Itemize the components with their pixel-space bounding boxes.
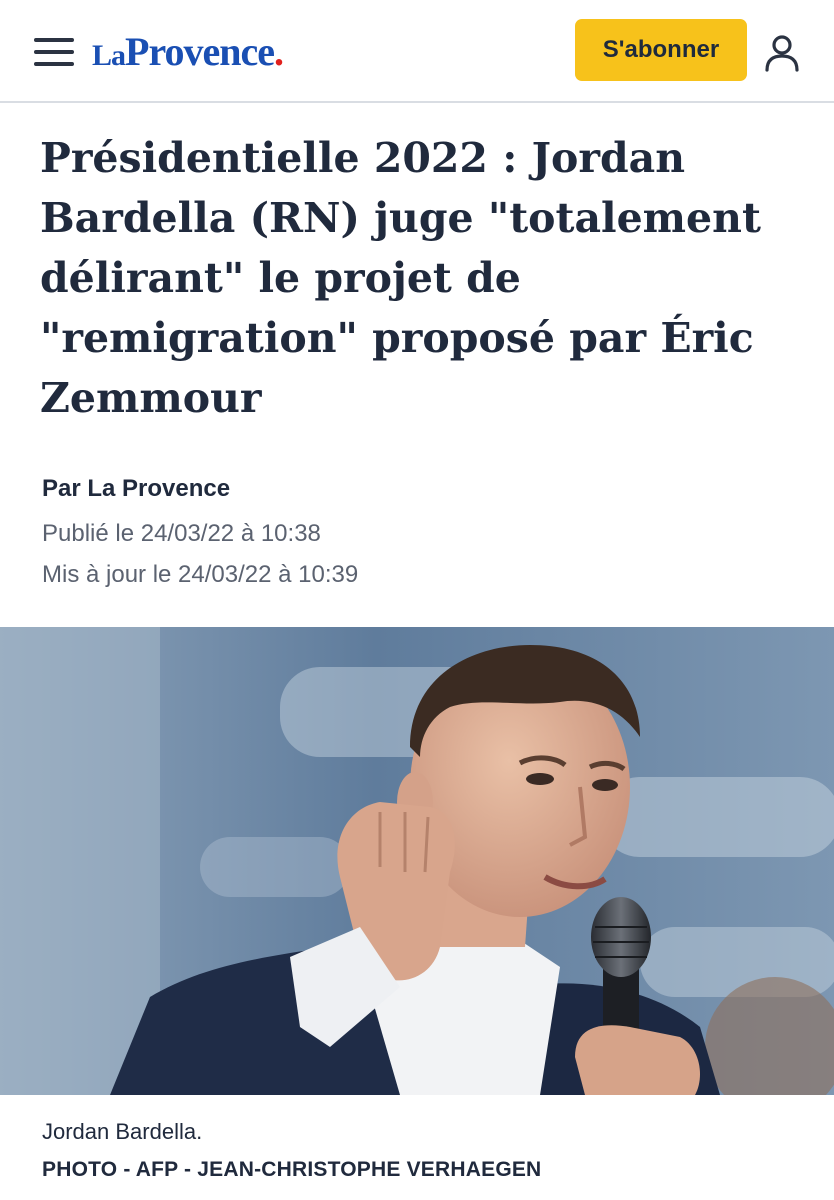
- logo-dot: .: [274, 29, 284, 74]
- menu-bar: [34, 62, 74, 66]
- menu-bar: [34, 50, 74, 54]
- subscribe-button[interactable]: S'abonner: [575, 19, 747, 81]
- user-account-icon[interactable]: [762, 34, 802, 72]
- article-photo: [0, 627, 834, 1095]
- hamburger-menu-icon[interactable]: [34, 36, 74, 68]
- photo-caption: Jordan Bardella.: [42, 1119, 203, 1144]
- logo-name: Provence: [125, 29, 275, 74]
- article-byline: Par La Provence: [42, 475, 231, 502]
- publish-date: Publié le 24/03/22 à 10:38: [42, 520, 321, 547]
- site-header: La Provence . S'abonner: [0, 0, 834, 103]
- update-date: Mis à jour le 24/03/22 à 10:39: [42, 561, 359, 588]
- article-title: Présidentielle 2022 : Jordan Bardella (R…: [40, 134, 761, 422]
- photo-credit: PHOTO - AFP - JEAN-CHRISTOPHE VERHAEGEN: [42, 1158, 542, 1181]
- menu-bar: [34, 38, 74, 42]
- logo-prefix: La: [92, 39, 126, 72]
- site-logo[interactable]: La Provence .: [92, 28, 284, 78]
